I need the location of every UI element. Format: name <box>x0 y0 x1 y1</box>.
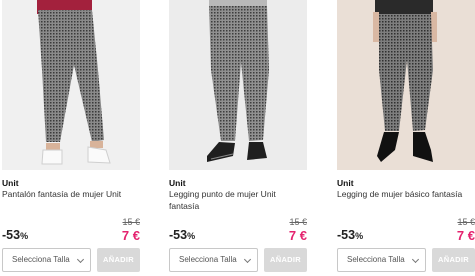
chevron-down-icon <box>243 255 252 264</box>
discount-value: -53 <box>2 228 21 242</box>
size-select-label: Selecciona Talla <box>347 255 405 264</box>
size-select-label: Selecciona Talla <box>179 255 237 264</box>
add-to-cart-button[interactable]: AÑADIR <box>97 248 140 272</box>
old-price: 15 € <box>289 217 307 227</box>
discount-value: -53 <box>337 228 356 242</box>
pantalon-fantasia-photo <box>2 0 140 170</box>
product-card[interactable]: Unit Legging punto de mujer Unit fantasí… <box>169 0 307 276</box>
product-title[interactable]: Pantalón fantasía de mujer Unit <box>2 188 138 200</box>
size-select[interactable]: Selecciona Talla <box>2 248 91 272</box>
discount-unit: % <box>20 231 29 241</box>
size-select[interactable]: Selecciona Talla <box>337 248 426 272</box>
product-brand: Unit <box>169 178 186 188</box>
size-select-label: Selecciona Talla <box>12 255 70 264</box>
product-image[interactable] <box>169 0 307 170</box>
add-to-cart-button[interactable]: AÑADIR <box>264 248 307 272</box>
add-to-cart-button[interactable]: AÑADIR <box>432 248 475 272</box>
product-card[interactable]: Unit Pantalón fantasía de mujer Unit 15 … <box>2 0 140 276</box>
discount-badge: -53% <box>169 228 195 242</box>
sale-price: 7 € <box>456 228 475 243</box>
old-price: 15 € <box>457 217 475 227</box>
discount-value: -53 <box>169 228 188 242</box>
product-card[interactable]: Unit Legging de mujer básico fantasía 15… <box>337 0 475 276</box>
chevron-down-icon <box>76 255 85 264</box>
sale-price: 7 € <box>288 228 307 243</box>
product-image[interactable] <box>337 0 475 170</box>
legging-basico-photo <box>337 0 475 170</box>
product-image[interactable] <box>2 0 140 170</box>
sale-price: 7 € <box>121 228 140 243</box>
discount-badge: -53% <box>2 228 28 242</box>
discount-unit: % <box>355 231 364 241</box>
old-price: 15 € <box>122 217 140 227</box>
product-title[interactable]: Legging de mujer básico fantasía <box>337 188 473 200</box>
discount-badge: -53% <box>337 228 363 242</box>
product-brand: Unit <box>337 178 354 188</box>
legging-punto-photo <box>169 0 307 170</box>
discount-unit: % <box>187 231 196 241</box>
chevron-down-icon <box>411 255 420 264</box>
size-select[interactable]: Selecciona Talla <box>169 248 258 272</box>
product-title[interactable]: Legging punto de mujer Unit fantasía <box>169 188 305 212</box>
product-brand: Unit <box>2 178 19 188</box>
